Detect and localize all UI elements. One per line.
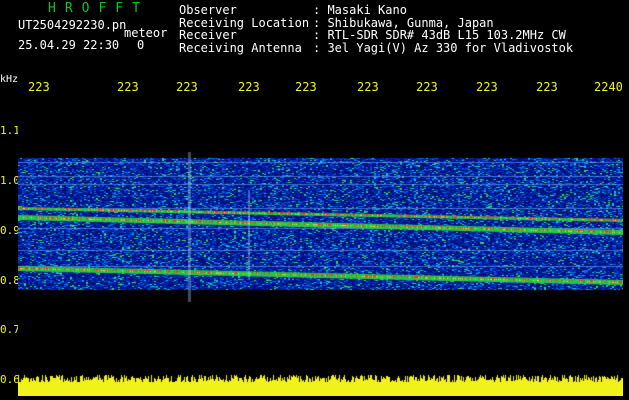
mode-label: meteor <box>124 26 168 40</box>
brand-logo: HROFFT <box>48 1 149 16</box>
axis-unit-label: kHz <box>0 74 19 85</box>
x-tick-label: 223 <box>476 80 498 94</box>
info-label: Receiving Antenna <box>179 40 302 55</box>
info-value: : 3el Yagi(V) Az 330 for Vladivostok <box>313 40 574 55</box>
file-name: UT2504292230.pn <box>18 18 127 32</box>
info-label: Receiver <box>179 28 237 42</box>
info-row-antenna: Receiving Antenna : 3el Yagi(V) Az 330 fo… <box>179 40 574 55</box>
x-tick-label: 223 <box>357 80 379 94</box>
meteor-count: 0 <box>137 38 145 52</box>
y-tick-label: 1.0 <box>0 174 20 187</box>
x-tick-label: 223 <box>416 80 438 94</box>
x-tick-label: 2240 <box>594 80 623 94</box>
info-label: Observer <box>179 3 237 17</box>
x-tick-label: 223 <box>238 80 260 94</box>
timestamp: 25.04.29 22:30 <box>18 38 120 52</box>
x-tick-label: 223 <box>295 80 317 94</box>
y-tick-label: 0.8 <box>0 274 20 287</box>
station-info: Observer: Masaki Kano Receiving Location… <box>179 4 573 54</box>
y-tick-label: 0.9 <box>0 224 20 237</box>
y-tick-label: 0.7 <box>0 323 20 336</box>
y-tick-label: 1.1 <box>0 124 20 137</box>
spectrogram-plot <box>18 100 623 396</box>
x-tick-label: 223 <box>536 80 558 94</box>
header-panel: HROFFT UT2504292230.pn meteor 25.04.29 2… <box>0 0 629 70</box>
x-tick-label: 223 <box>28 80 50 94</box>
x-tick-label: 223 <box>176 80 198 94</box>
x-tick-label: 223 <box>117 80 139 94</box>
y-tick-label: 0.6 <box>0 373 20 386</box>
